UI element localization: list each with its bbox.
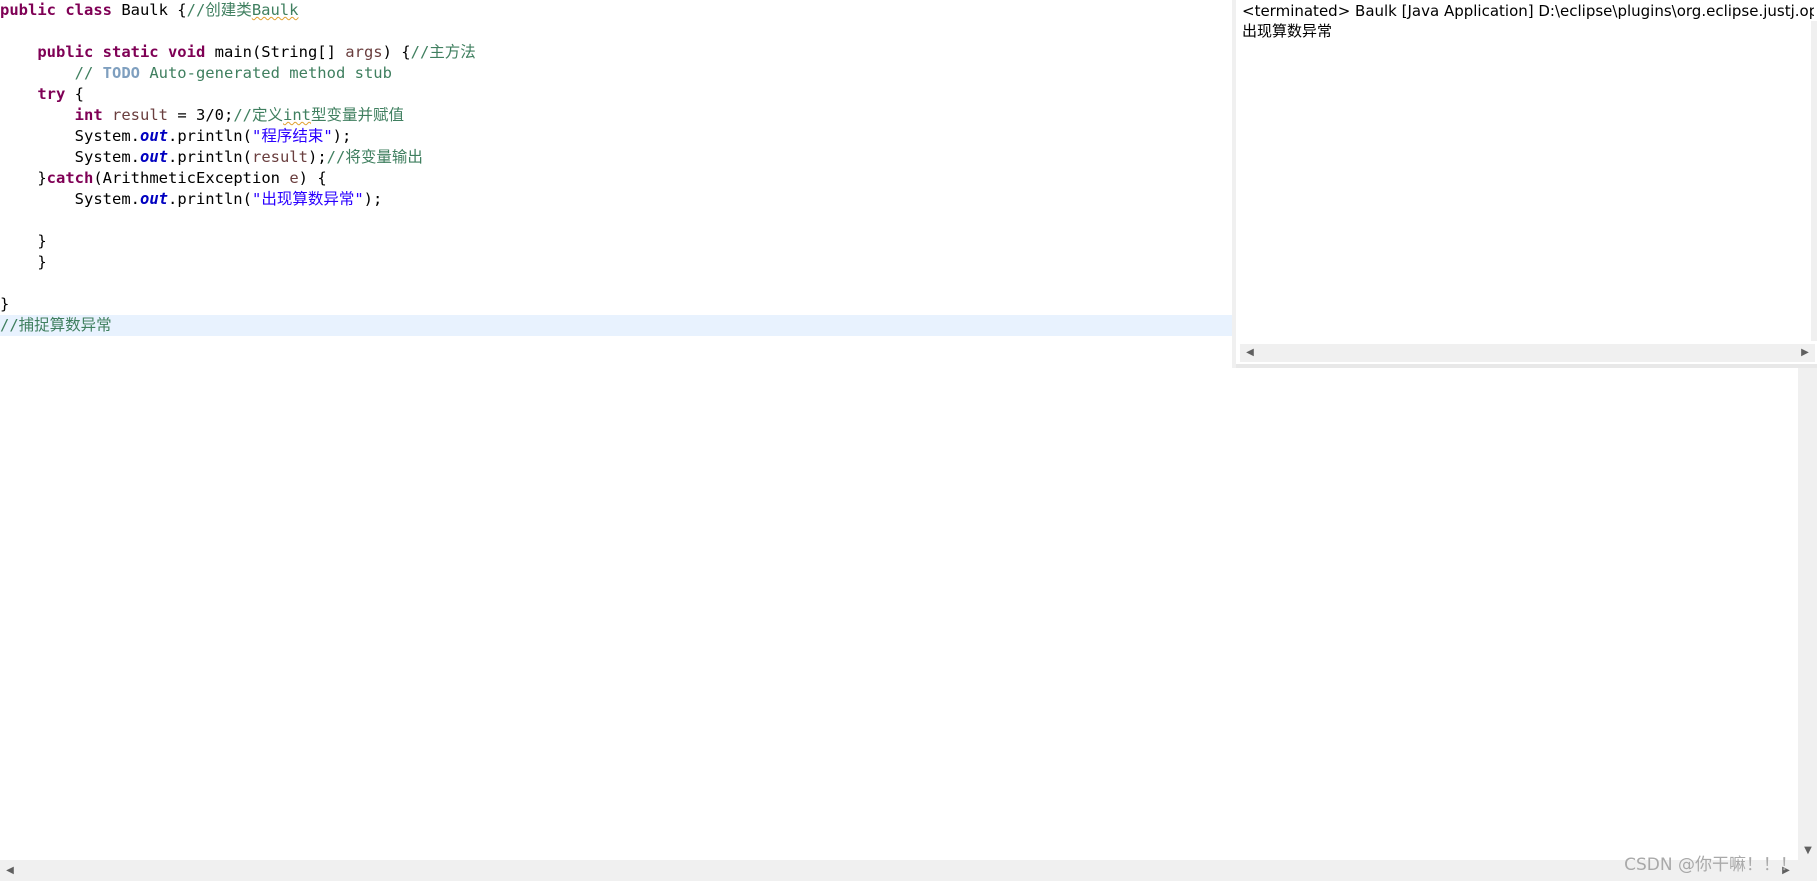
- code-token: );: [307, 148, 327, 166]
- code-token: args: [345, 43, 383, 61]
- code-token: {: [65, 85, 84, 103]
- code-token: ) {: [298, 169, 327, 187]
- code-token: Baulk {: [111, 1, 187, 19]
- code-token: Auto-generated method stub: [139, 64, 392, 82]
- code-token: int: [283, 106, 311, 124]
- code-token: }: [0, 253, 47, 271]
- code-token: 型变量并赋值: [311, 106, 405, 124]
- console-vertical-scrollbar[interactable]: [1811, 21, 1817, 341]
- scroll-left-icon[interactable]: ◀: [1242, 344, 1258, 362]
- scroll-down-icon[interactable]: ▼: [1800, 842, 1816, 860]
- code-token: }: [0, 169, 47, 187]
- code-token: (ArithmeticException: [93, 169, 290, 187]
- code-token: try: [37, 85, 66, 103]
- code-token: }: [0, 295, 10, 313]
- code-token: int: [74, 106, 103, 124]
- code-token: result: [112, 106, 168, 124]
- code-line[interactable]: System.out.println("程序结束");: [0, 126, 352, 147]
- code-line[interactable]: public static void main(String[] args) {…: [0, 42, 476, 63]
- code-line[interactable]: //捕捉算数异常: [0, 315, 1232, 336]
- code-line[interactable]: }: [0, 294, 9, 315]
- code-token: //: [74, 64, 103, 82]
- code-token: }: [0, 232, 47, 250]
- code-token: //定义: [233, 106, 283, 124]
- console-horizontal-scrollbar[interactable]: ◀ ▶: [1240, 344, 1815, 362]
- code-token: public class: [0, 1, 112, 19]
- code-line[interactable]: }catch(ArithmeticException e) {: [0, 168, 327, 189]
- code-line[interactable]: System.out.println("出现算数异常");: [0, 189, 383, 210]
- code-token: out: [139, 127, 168, 145]
- code-line[interactable]: public class Baulk {//创建类Baulk: [0, 0, 298, 21]
- code-token: .println(: [167, 127, 252, 145]
- code-token: ) {: [382, 43, 411, 61]
- code-line[interactable]: // TODO Auto-generated method stub: [0, 63, 392, 84]
- code-token: main(String[]: [205, 43, 346, 61]
- editor-vertical-scrollbar[interactable]: ▼: [1798, 368, 1817, 860]
- code-token: = 3/0;: [168, 106, 234, 124]
- code-token: "出现算数异常": [251, 190, 364, 208]
- panel-divider[interactable]: [1236, 364, 1817, 368]
- code-token: System.: [0, 148, 140, 166]
- code-token: //创建类: [186, 1, 252, 19]
- code-token: Baulk: [251, 1, 299, 19]
- code-token: out: [139, 148, 168, 166]
- code-token: "程序结束": [251, 127, 333, 145]
- code-editor[interactable]: public class Baulk {//创建类Baulk public st…: [0, 0, 1232, 860]
- code-token: );: [363, 190, 383, 208]
- code-token: result: [251, 148, 308, 166]
- code-line[interactable]: try {: [0, 84, 84, 105]
- console-output[interactable]: 出现算数异常: [1242, 21, 1332, 41]
- editor-horizontal-scrollbar[interactable]: ◀ ▶: [0, 860, 1817, 881]
- console-title: <terminated> Baulk [Java Application] D:…: [1242, 2, 1814, 20]
- code-token: System.: [0, 127, 140, 145]
- console-view: <terminated> Baulk [Java Application] D:…: [1232, 0, 1817, 368]
- code-token: e: [289, 169, 299, 187]
- code-token: out: [139, 190, 168, 208]
- code-token: .println(: [167, 190, 252, 208]
- code-token: public static void: [37, 43, 206, 61]
- code-token: catch: [46, 169, 94, 187]
- code-line[interactable]: }: [0, 252, 47, 273]
- scroll-right-icon[interactable]: ▶: [1797, 344, 1813, 362]
- code-token: );: [332, 127, 352, 145]
- code-token: //捕捉算数异常: [0, 316, 112, 334]
- code-token: //将变量输出: [326, 148, 423, 166]
- eclipse-window: public class Baulk {//创建类Baulk public st…: [0, 0, 1817, 881]
- code-line[interactable]: }: [0, 231, 47, 252]
- code-token: TODO: [102, 64, 140, 82]
- code-token: System.: [0, 190, 140, 208]
- code-token: .println(: [167, 148, 252, 166]
- csdn-watermark: CSDN @你干嘛！！！: [1624, 855, 1797, 875]
- code-token: //主方法: [410, 43, 476, 61]
- scroll-left-icon[interactable]: ◀: [2, 862, 18, 880]
- code-line[interactable]: int result = 3/0;//定义int型变量并赋值: [0, 105, 404, 126]
- code-line[interactable]: System.out.println(result);//将变量输出: [0, 147, 423, 168]
